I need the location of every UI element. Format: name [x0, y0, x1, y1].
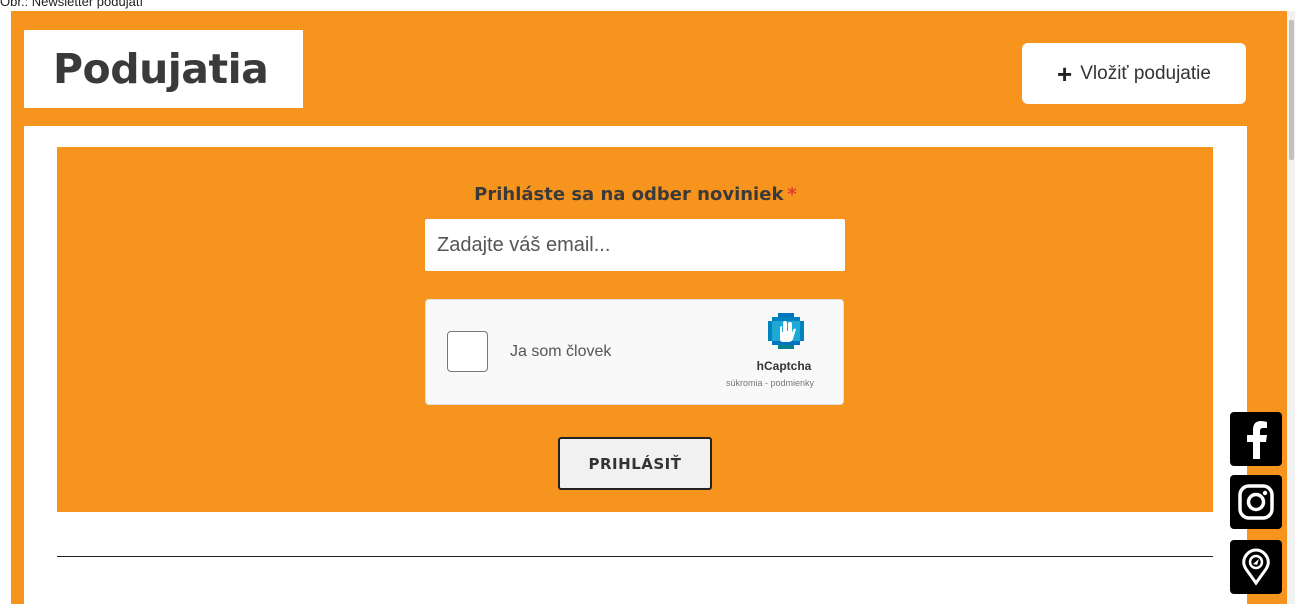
terms-link[interactable]: podmienky — [770, 378, 814, 388]
captcha-links: súkromia - podmienky — [708, 378, 832, 388]
privacy-link[interactable]: súkromia — [726, 378, 763, 388]
email-field[interactable] — [425, 219, 845, 271]
image-caption: Obr.: Newsletter podujatí — [0, 0, 144, 9]
divider — [57, 556, 1213, 557]
subscribe-button[interactable]: PRIHLÁSIŤ — [558, 437, 712, 490]
captcha-checkbox[interactable] — [447, 331, 488, 372]
newsletter-label: Prihláste sa na odber noviniek * — [0, 184, 1271, 205]
add-event-label: Vložiť podujatie — [1080, 62, 1211, 84]
required-marker: * — [787, 184, 797, 205]
plus-icon: + — [1057, 58, 1073, 89]
scrollbar-thumb[interactable] — [1289, 20, 1294, 160]
facebook-link[interactable] — [1230, 412, 1282, 466]
newsletter-label-text: Prihláste sa na odber noviniek — [474, 184, 784, 205]
map-link[interactable] — [1230, 540, 1282, 594]
instagram-link[interactable] — [1230, 475, 1282, 529]
captcha-checkbox-label: Ja som človek — [510, 343, 612, 360]
hcaptcha-widget: Ja som človek hCaptcha súkromia - podmie… — [425, 299, 844, 405]
hcaptcha-logo-icon — [768, 313, 804, 349]
add-event-button[interactable]: + Vložiť podujatie — [1022, 43, 1246, 104]
map-pin-icon — [1242, 548, 1270, 586]
facebook-icon — [1247, 421, 1267, 459]
page-title-box: Podujatia — [24, 30, 303, 108]
page-title: Podujatia — [53, 45, 269, 93]
hcaptcha-brand: hCaptcha — [756, 359, 812, 373]
instagram-icon — [1238, 484, 1274, 520]
